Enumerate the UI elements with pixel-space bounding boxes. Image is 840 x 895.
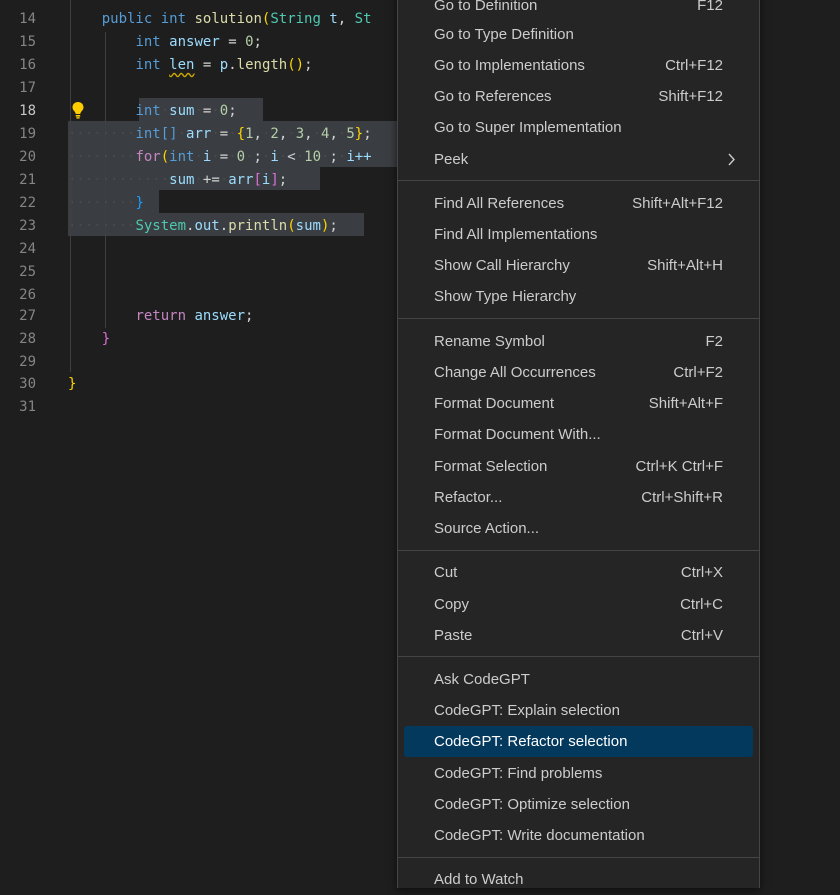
line-number: 23 xyxy=(19,218,36,234)
context-menu: Go to Definition F12 Go to Type Definitio… xyxy=(397,0,760,888)
line-number: 14 xyxy=(19,11,36,27)
menu-item-rename-symbol[interactable]: Rename Symbol F2 xyxy=(404,326,753,357)
line-number: 31 xyxy=(19,399,36,415)
menu-item-cut[interactable]: Cut Ctrl+X xyxy=(404,557,753,588)
menu-item-find-all-references[interactable]: Find All References Shift+Alt+F12 xyxy=(404,188,753,219)
line-number: 22 xyxy=(19,195,36,211)
menu-item-peek[interactable]: Peek xyxy=(404,144,753,175)
lightbulb-icon[interactable] xyxy=(71,101,85,119)
menu-item-add-to-watch[interactable]: Add to Watch xyxy=(404,864,753,895)
menu-item-show-call-hierarchy[interactable]: Show Call Hierarchy Shift+Alt+H xyxy=(404,250,753,281)
line-number: 27 xyxy=(19,308,36,324)
code-line-28: } xyxy=(101,331,111,347)
line-number: 20 xyxy=(19,149,36,165)
line-number: 17 xyxy=(19,80,36,96)
code-line-20: ········for(int·i·=·0·;·i·<·10·;·i++ xyxy=(68,149,372,165)
line-number: 26 xyxy=(19,287,36,303)
menu-item-paste[interactable]: Paste Ctrl+V xyxy=(404,620,753,651)
line-number: 24 xyxy=(19,241,36,257)
menu-item-go-to-type-definition[interactable]: Go to Type Definition xyxy=(404,19,753,50)
menu-separator xyxy=(398,550,759,551)
menu-item-copy[interactable]: Copy Ctrl+C xyxy=(404,589,753,620)
warning-squiggle: len xyxy=(169,57,195,73)
code-line-18: int·sum·=·0; xyxy=(135,103,237,119)
menu-item-show-type-hierarchy[interactable]: Show Type Hierarchy xyxy=(404,281,753,312)
code-line-14: public int solution(String t, St xyxy=(101,11,372,27)
menu-item-change-all-occurrences[interactable]: Change All Occurrences Ctrl+F2 xyxy=(404,357,753,388)
menu-separator xyxy=(398,180,759,181)
menu-item-format-selection[interactable]: Format Selection Ctrl+K Ctrl+F xyxy=(404,451,753,482)
code-line-27: return answer; xyxy=(135,308,254,324)
menu-item-go-to-implementations[interactable]: Go to Implementations Ctrl+F12 xyxy=(404,50,753,81)
line-number: 16 xyxy=(19,57,36,73)
code-line-19: ········int[]·arr·=·{1,·2,·3,·4,·5}; xyxy=(68,126,372,142)
menu-separator xyxy=(398,656,759,657)
code-line-30: } xyxy=(68,376,77,392)
code-line-22: ········} xyxy=(68,195,144,211)
menu-item-format-document-with[interactable]: Format Document With... xyxy=(404,419,753,450)
line-number: 25 xyxy=(19,264,36,280)
menu-item-codegpt-optimize-selection[interactable]: CodeGPT: Optimize selection xyxy=(404,789,753,820)
menu-item-refactor[interactable]: Refactor... Ctrl+Shift+R xyxy=(404,482,753,513)
code-line-21: ············sum·+=·arr[i]; xyxy=(68,172,288,188)
code-line-23: ········System.out.println(sum); xyxy=(68,218,338,234)
menu-item-codegpt-refactor-selection[interactable]: CodeGPT: Refactor selection xyxy=(404,726,753,757)
line-number: 28 xyxy=(19,331,36,347)
menu-item-go-to-definition[interactable]: Go to Definition F12 xyxy=(404,0,753,21)
line-number: 18 xyxy=(19,103,36,119)
menu-item-ask-codegpt[interactable]: Ask CodeGPT xyxy=(404,664,753,695)
line-number: 15 xyxy=(19,34,36,50)
menu-item-codegpt-find-problems[interactable]: CodeGPT: Find problems xyxy=(404,758,753,789)
menu-item-find-all-implementations[interactable]: Find All Implementations xyxy=(404,219,753,250)
menu-separator xyxy=(398,318,759,319)
menu-item-go-to-super-implementation[interactable]: Go to Super Implementation xyxy=(404,112,753,143)
menu-item-go-to-references[interactable]: Go to References Shift+F12 xyxy=(404,81,753,112)
menu-item-codegpt-write-documentation[interactable]: CodeGPT: Write documentation xyxy=(404,820,753,851)
code-line-16: int len = p.length(); xyxy=(135,57,313,73)
menu-separator xyxy=(398,857,759,858)
line-number: 29 xyxy=(19,354,36,370)
line-number: 19 xyxy=(19,126,36,142)
menu-item-format-document[interactable]: Format Document Shift+Alt+F xyxy=(404,388,753,419)
chevron-right-icon xyxy=(728,153,735,166)
code-line-15: int answer = 0; xyxy=(135,34,262,50)
line-number: 30 xyxy=(19,376,36,392)
menu-item-codegpt-explain-selection[interactable]: CodeGPT: Explain selection xyxy=(404,695,753,726)
line-number: 21 xyxy=(19,172,36,188)
menu-item-source-action[interactable]: Source Action... xyxy=(404,513,753,544)
